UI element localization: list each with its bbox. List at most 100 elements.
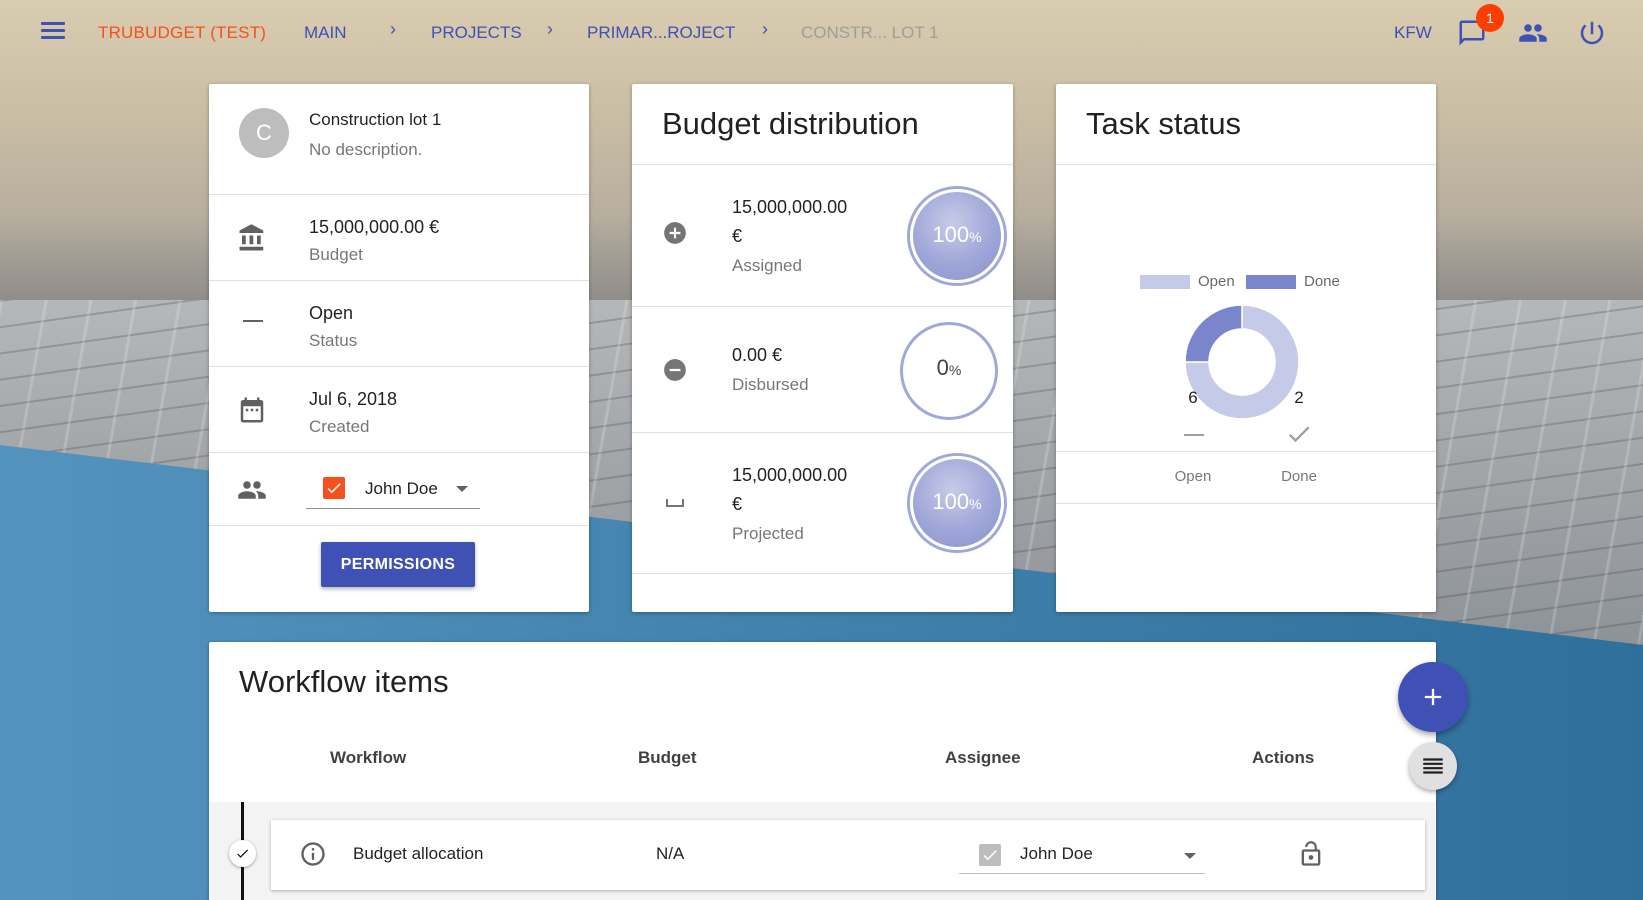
assigned-pct: 100 (932, 222, 970, 247)
task-status-card: Task status Open Done 6 Open 2 Done (1056, 84, 1436, 612)
done-count: 2 (1294, 388, 1304, 407)
column-header-workflow: Workflow (330, 748, 407, 767)
assigned-currency: € (732, 226, 743, 246)
task-status-title: Task status (1086, 106, 1242, 141)
workflow-assignee-select[interactable]: John Doe (959, 834, 1205, 874)
budget-distribution-card: Budget distribution 15,000,000.00 € Assi… (632, 84, 1013, 612)
budget-value: 15,000,000.00 € (309, 217, 440, 237)
bank-icon (237, 223, 267, 258)
donut-slice-done (1185, 305, 1243, 363)
created-value: Jul 6, 2018 (309, 389, 398, 409)
legend-swatch-done (1246, 275, 1296, 289)
task-status-header: Task status (1056, 84, 1436, 165)
status-row: Open Status (209, 281, 589, 367)
check-icon (1285, 420, 1313, 453)
column-header-actions: Actions (1252, 748, 1315, 767)
status-label: Status (309, 331, 358, 350)
breadcrumb-projects[interactable]: PROJECTS (431, 23, 522, 43)
people-icon (237, 475, 267, 510)
budget-distribution-header: Budget distribution (632, 84, 1013, 165)
done-label: Done (1281, 468, 1317, 485)
budget-row: 15,000,000.00 € Budget (209, 195, 589, 281)
disbursed-amount: 0.00 € (732, 345, 783, 365)
task-stats-row: 6 Open 2 Done (1056, 368, 1436, 504)
workflow-title: Workflow items (239, 664, 449, 699)
workflow-assignee-name: John Doe (1020, 844, 1093, 863)
workflow-status-dot (229, 840, 256, 867)
reorder-workflow-button[interactable] (1409, 742, 1457, 790)
workflow-item-budget: N/A (656, 844, 685, 863)
disbursed-row: 0.00 € Disbursed 0% (632, 307, 1013, 433)
disbursed-percentage-circle: 0% (900, 322, 998, 420)
avatar: C (239, 108, 289, 158)
arrow-drop-down-icon (1184, 853, 1196, 859)
open-label: Open (1174, 468, 1212, 485)
status-value: Open (309, 303, 354, 323)
assigned-label: Assigned (732, 256, 802, 275)
info-icon[interactable] (299, 840, 327, 873)
breadcrumb-subproject: CONSTR... LOT 1 (801, 23, 939, 42)
projected-pct: 100 (932, 489, 970, 514)
app-bar: TRUBUDGET (TEST) MAIN › PROJECTS › PRIMA… (0, 0, 1643, 66)
open-count: 6 (1188, 388, 1198, 407)
power-icon[interactable] (1577, 18, 1607, 48)
disbursed-label: Disbursed (732, 375, 809, 394)
organization-label: KFW (1394, 23, 1432, 42)
workflow-item-name: Budget allocation (353, 844, 484, 863)
budget-distribution-title: Budget distribution (662, 106, 919, 141)
breadcrumb-project[interactable]: PRIMAR...ROJECT (587, 23, 735, 43)
subproject-description: No description. (309, 140, 423, 159)
app-brand[interactable]: TRUBUDGET (TEST) (98, 23, 266, 43)
notification-badge[interactable]: 1 (1476, 4, 1504, 32)
disbursed-pct: 0 (936, 355, 949, 380)
projected-label: Projected (732, 524, 804, 543)
space-bar-icon (666, 499, 684, 507)
add-workflow-button[interactable] (1398, 662, 1468, 732)
assigned-amount: 15,000,000.00 (732, 197, 848, 217)
chevron-right-icon: › (762, 19, 768, 39)
workflow-card: Workflow items Workflow Budget Assignee … (209, 642, 1436, 900)
add-circle-icon (662, 220, 688, 251)
chevron-right-icon: › (547, 19, 553, 39)
lock-open-icon[interactable] (1297, 839, 1325, 874)
created-label: Created (309, 417, 370, 436)
checkbox-checked-icon (979, 844, 1001, 866)
assigned-row: 15,000,000.00 € Assigned 100% (632, 165, 1013, 307)
menu-icon[interactable] (36, 18, 70, 48)
workflow-list: Budget allocation N/A John Doe (209, 802, 1435, 900)
pct-sign: % (948, 362, 962, 378)
column-header-budget: Budget (638, 748, 697, 767)
assignee-row: John Doe (209, 453, 589, 526)
workflow-item[interactable]: Budget allocation N/A John Doe (271, 820, 1425, 890)
pct-sign: % (969, 229, 982, 245)
remove-circle-icon (662, 357, 688, 388)
subproject-name: Construction lot 1 (309, 110, 442, 129)
reorder-icon (1423, 758, 1443, 774)
add-icon (1424, 688, 1442, 706)
arrow-drop-down-icon (456, 486, 468, 492)
remove-icon (243, 320, 263, 322)
checkbox-checked-icon (323, 477, 345, 499)
projected-percentage-circle: 100% (910, 456, 1004, 550)
details-header: C Construction lot 1 No description. (209, 84, 589, 195)
people-icon[interactable] (1517, 18, 1547, 48)
breadcrumb-main[interactable]: MAIN (304, 23, 347, 43)
budget-label: Budget (309, 245, 363, 264)
assigned-percentage-circle: 100% (910, 189, 1004, 283)
permissions-button[interactable]: PERMISSIONS (321, 542, 475, 587)
assignee-name: John Doe (365, 479, 438, 498)
created-row: Jul 6, 2018 Created (209, 367, 589, 453)
calendar-icon (237, 395, 267, 430)
column-header-assignee: Assignee (945, 748, 1021, 767)
projected-amount: 15,000,000.00 (732, 465, 848, 485)
legend-done: Done (1304, 273, 1340, 290)
projected-currency: € (732, 494, 743, 514)
projected-row: 15,000,000.00 € Projected 100% (632, 433, 1013, 574)
chevron-right-icon: › (390, 19, 396, 39)
assignee-select[interactable]: John Doe (306, 471, 480, 509)
pct-sign: % (969, 496, 982, 512)
legend-open: Open (1198, 273, 1235, 290)
remove-icon (1184, 434, 1204, 436)
legend-swatch-open (1140, 275, 1190, 289)
details-card: C Construction lot 1 No description. 15,… (209, 84, 589, 612)
